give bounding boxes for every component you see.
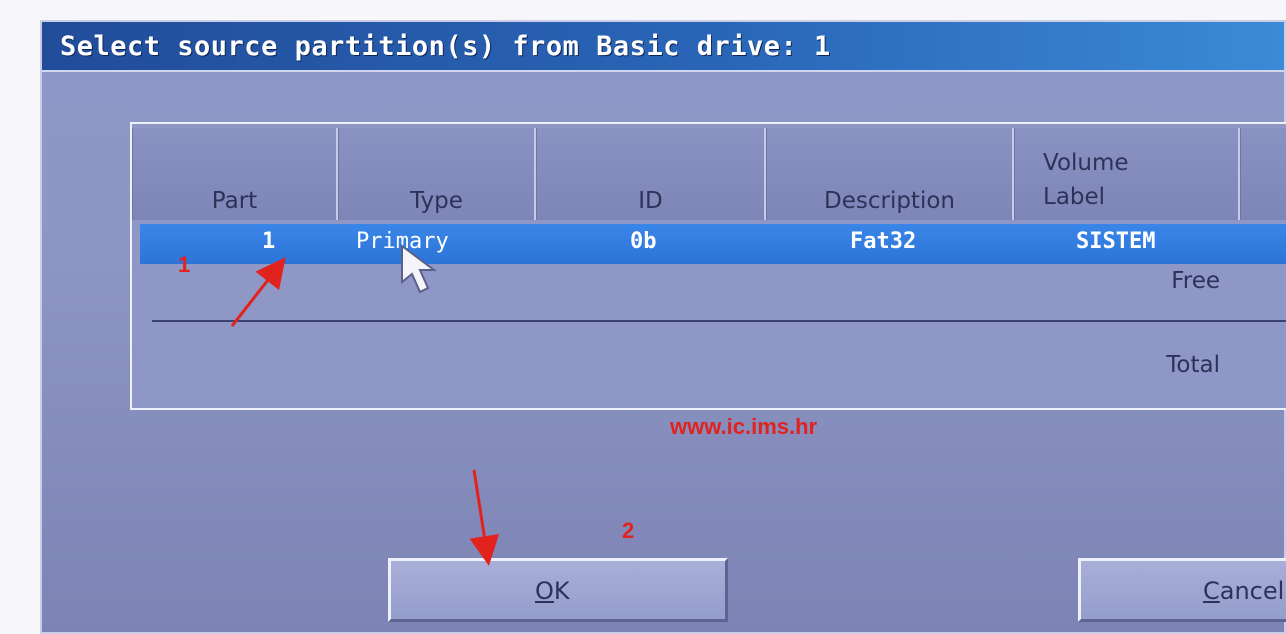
watermark-url: www.ic.ims.hr [670,414,818,439]
cancel-button[interactable]: Cancel [1078,558,1286,622]
annotation-step-1: 1 [178,252,191,277]
total-space-label: Total [1166,352,1220,378]
cell-part: 1 [262,229,276,254]
table-separator [152,320,1286,322]
column-header-id[interactable]: ID [536,128,766,220]
cell-type: Primary [356,229,449,254]
column-header-type[interactable]: Type [338,128,536,220]
free-space-label: Free [1171,268,1220,294]
cell-description: Fat32 [850,229,917,254]
ok-button[interactable]: OK [388,558,728,622]
dialog-titlebar: Select source partition(s) from Basic dr… [42,22,1284,72]
cell-volume-label: SISTEM [1076,229,1156,254]
dialog-title: Select source partition(s) from Basic dr… [60,31,831,62]
column-header-description[interactable]: Description [766,128,1014,220]
partition-table: Part Type ID Description Volume Label 1 … [130,122,1286,410]
column-header-volume-label[interactable]: Volume Label [1014,128,1240,220]
annotation-step-2: 2 [622,518,635,543]
table-row-selected[interactable]: 1 Primary 0b Fat32 SISTEM [140,224,1286,264]
column-header-extra[interactable] [1240,128,1286,220]
cell-id: 0b [630,229,657,254]
partition-select-dialog: Select source partition(s) from Basic dr… [40,20,1286,634]
column-header-part[interactable]: Part [132,128,338,220]
